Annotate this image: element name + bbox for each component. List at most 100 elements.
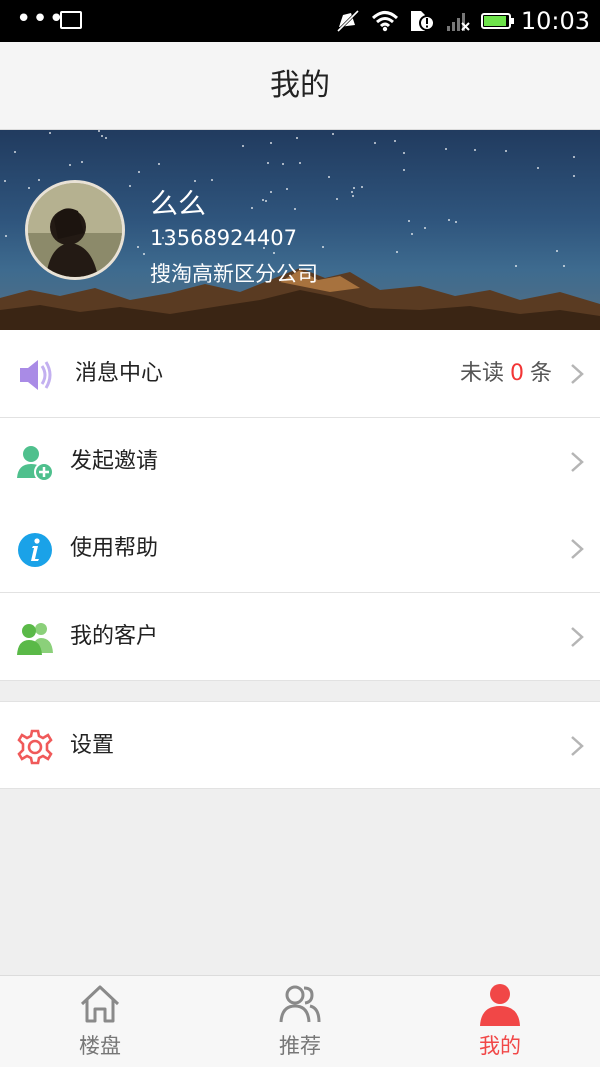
- star-decoration: [352, 195, 354, 197]
- mute-icon: [336, 9, 359, 33]
- tab-label: 楼盘: [79, 1034, 121, 1058]
- star-decoration: [336, 198, 338, 200]
- gear-icon: [17, 729, 53, 765]
- star-decoration: [282, 163, 284, 165]
- star-decoration: [49, 132, 51, 134]
- star-decoration: [374, 142, 376, 144]
- battery-icon: [480, 13, 514, 29]
- status-bar: ••• 10:03: [0, 0, 600, 42]
- tab-label: 我的: [479, 1034, 521, 1058]
- add-user-icon: [17, 446, 54, 482]
- avatar-image: [28, 183, 122, 277]
- chevron-right-icon: [571, 539, 584, 559]
- star-decoration: [262, 199, 264, 201]
- star-decoration: [351, 191, 353, 193]
- avatar[interactable]: [25, 180, 125, 280]
- menu-item-invite[interactable]: 发起邀请: [0, 418, 600, 506]
- chevron-right-icon: [571, 627, 584, 647]
- star-decoration: [537, 167, 539, 169]
- star-decoration: [396, 251, 398, 253]
- user-phone: 13568924407: [150, 226, 297, 250]
- home-icon: [80, 985, 120, 1023]
- tab-bar: 楼盘 推荐 我的: [0, 975, 600, 1067]
- star-decoration: [294, 208, 296, 210]
- star-decoration: [361, 186, 363, 188]
- star-decoration: [101, 135, 103, 137]
- star-decoration: [129, 185, 131, 187]
- star-decoration: [455, 221, 457, 223]
- signal-icon: [446, 13, 470, 31]
- star-decoration: [556, 250, 558, 252]
- recommend-users-icon: [279, 985, 321, 1023]
- star-decoration: [322, 246, 324, 248]
- tab-recommend[interactable]: 推荐: [200, 976, 400, 1067]
- star-decoration: [14, 151, 16, 153]
- tab-label: 推荐: [279, 1034, 321, 1058]
- profile-banner: 么么 13568924407 搜淘高新区分公司: [0, 130, 600, 330]
- star-decoration: [296, 137, 298, 139]
- tab-loupan[interactable]: 楼盘: [0, 976, 200, 1067]
- image-icon: [60, 11, 82, 29]
- star-decoration: [408, 220, 410, 222]
- unread-count: 0: [509, 361, 524, 386]
- star-decoration: [69, 164, 71, 166]
- users-icon: [17, 623, 53, 655]
- info-icon: [18, 533, 52, 567]
- chevron-right-icon: [571, 364, 584, 384]
- menu-item-label: 设置: [70, 733, 115, 758]
- page-title: 我的: [270, 68, 330, 103]
- star-decoration: [105, 137, 107, 139]
- star-decoration: [242, 145, 244, 147]
- star-decoration: [143, 253, 145, 255]
- star-decoration: [448, 219, 450, 221]
- wifi-icon: [371, 11, 398, 32]
- star-decoration: [573, 156, 575, 158]
- menu-item-customers[interactable]: 我的客户: [0, 593, 600, 681]
- star-decoration: [81, 161, 83, 163]
- menu-item-label: 使用帮助: [70, 536, 159, 561]
- star-decoration: [158, 163, 160, 165]
- star-decoration: [505, 150, 507, 152]
- menu-item-help[interactable]: 使用帮助: [0, 505, 600, 593]
- tab-mine[interactable]: 我的: [400, 976, 600, 1067]
- star-decoration: [573, 175, 575, 177]
- menu-item-label: 发起邀请: [70, 449, 159, 474]
- speaker-icon: [20, 360, 52, 390]
- star-decoration: [353, 187, 355, 189]
- star-decoration: [137, 246, 139, 248]
- star-decoration: [394, 140, 396, 142]
- star-decoration: [474, 149, 476, 151]
- star-decoration: [267, 162, 269, 164]
- star-decoration: [265, 200, 267, 202]
- person-icon: [480, 984, 520, 1026]
- chevron-right-icon: [571, 452, 584, 472]
- star-decoration: [5, 235, 7, 237]
- clock: 10:03: [520, 7, 590, 35]
- menu-item-label: 我的客户: [70, 624, 159, 649]
- star-decoration: [411, 233, 413, 235]
- unread-count-text: 未读 0 条: [459, 361, 552, 386]
- chevron-right-icon: [571, 736, 584, 756]
- star-decoration: [28, 187, 30, 189]
- title-bar: 我的: [0, 42, 600, 130]
- star-decoration: [138, 171, 140, 173]
- star-decoration: [445, 148, 447, 150]
- star-decoration: [332, 133, 334, 135]
- star-decoration: [251, 207, 253, 209]
- star-decoration: [211, 179, 213, 181]
- star-decoration: [273, 252, 275, 254]
- star-decoration: [424, 227, 426, 229]
- star-decoration: [38, 179, 40, 181]
- star-decoration: [403, 169, 405, 171]
- user-name: 么么: [150, 187, 207, 220]
- menu-item-settings[interactable]: 设置: [0, 701, 600, 789]
- star-decoration: [98, 130, 100, 132]
- menu-item-messages[interactable]: 消息中心 未读 0 条: [0, 330, 600, 418]
- more-dots-icon: •••: [16, 4, 66, 34]
- star-decoration: [403, 152, 405, 154]
- star-decoration: [270, 142, 272, 144]
- star-decoration: [286, 188, 288, 190]
- star-decoration: [328, 176, 330, 178]
- sim-alert-icon: [410, 11, 435, 31]
- star-decoration: [270, 191, 272, 193]
